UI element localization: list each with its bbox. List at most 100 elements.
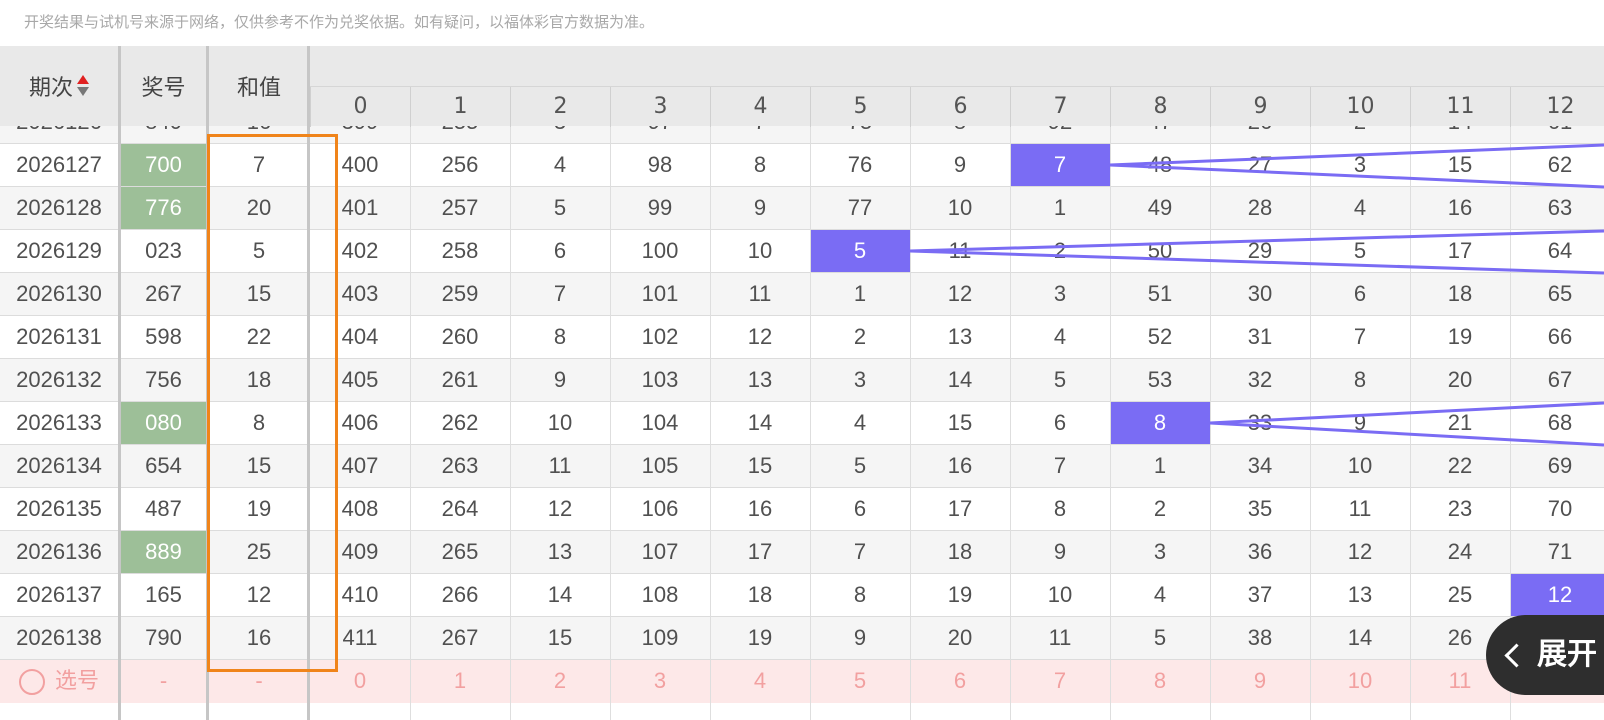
omission-cell: 259	[441, 281, 479, 306]
omission-cell: 2	[1153, 496, 1167, 521]
omission-cell: 261	[441, 367, 479, 392]
omission-cell: 70	[1547, 496, 1573, 521]
row-separator	[0, 401, 1604, 402]
omission-cell: 69	[1547, 453, 1573, 478]
sum-cell: 12	[246, 582, 272, 607]
select-number-button[interactable]: 9	[1210, 659, 1310, 703]
select-label-cell[interactable]: 选号	[0, 659, 118, 703]
omission-cell: 4	[1353, 195, 1367, 220]
omission-cell: 32	[1247, 367, 1273, 392]
omission-cell: 6	[1353, 281, 1367, 306]
expand-button[interactable]: 展开	[1486, 615, 1604, 695]
omission-cell: 10	[1047, 582, 1073, 607]
issue-cell: 2026134	[16, 453, 102, 478]
select-number-button[interactable]: 0	[310, 659, 410, 703]
omission-cell: 105	[641, 453, 679, 478]
table-row: 2026133 080 8 406 262 10 104 14 4 15 6 8 33 9 21 68	[0, 401, 1604, 445]
select-number-button[interactable]: 6	[910, 659, 1010, 703]
omission-cell: 10	[747, 238, 773, 263]
omission-cell: 3	[853, 367, 867, 392]
number-header-7: 7	[1010, 87, 1110, 127]
omission-cell: 15	[947, 410, 973, 435]
column-separator	[1410, 126, 1411, 720]
omission-cell: 18	[1447, 281, 1473, 306]
omission-cell: 108	[641, 582, 679, 607]
omission-cell: 7	[1353, 324, 1367, 349]
omission-cell: 2	[1053, 238, 1067, 263]
omission-cell: 50	[1147, 238, 1173, 263]
select-prize-cell: -	[159, 668, 168, 693]
table-row: 2026137 165 12 410 266 14 108 18 8 19 10 4 37 13 25 12	[0, 573, 1604, 617]
select-number-button[interactable]: 4	[710, 659, 810, 703]
select-number-button[interactable]: 3	[610, 659, 710, 703]
select-number-button[interactable]: 5	[810, 659, 910, 703]
omission-cell: 407	[341, 453, 379, 478]
select-number-button[interactable]: 2	[510, 659, 610, 703]
prize-cell: 700	[121, 143, 206, 187]
row-separator	[0, 659, 1604, 660]
omission-cell: 1	[853, 281, 867, 306]
omission-cell: 16	[947, 453, 973, 478]
select-number-button[interactable]: 10	[1310, 659, 1410, 703]
omission-cell: 5	[1053, 367, 1067, 392]
omission-cell: 2	[853, 324, 867, 349]
issue-header-label: 期次	[28, 76, 73, 101]
omission-cell: 11	[748, 281, 772, 306]
sum-cell: 18	[246, 367, 272, 392]
number-header-row: 0 1 2 3 4 5 6 7 8 9 10 11 12	[310, 86, 1604, 127]
trend-table: 2026126840163992553977758924726214612026…	[0, 46, 1604, 720]
omission-cell: 29	[1247, 238, 1273, 263]
omission-cell: 5	[853, 453, 867, 478]
omission-cell: 68	[1547, 410, 1573, 435]
table-row: 2026128 776 20 401 257 5 99 9 77 10 1 49 28 4 16 63	[0, 186, 1604, 230]
sort-icon[interactable]	[77, 74, 89, 98]
omission-cell: 256	[441, 152, 479, 177]
omission-cell: 13	[1347, 582, 1373, 607]
omission-cell: 3	[1053, 281, 1067, 306]
issue-header[interactable]: 期次	[0, 46, 118, 126]
omission-cell: 36	[1247, 539, 1273, 564]
sum-cell: 19	[246, 496, 272, 521]
expand-button-label: 展开	[1537, 637, 1597, 672]
number-header-1: 1	[410, 87, 510, 127]
table-row: 202613879016411267151091992011538142672	[0, 616, 1604, 660]
number-header-8: 8	[1110, 87, 1210, 127]
select-number-button[interactable]: 1	[410, 659, 510, 703]
omission-cell: 405	[341, 367, 379, 392]
omission-cell: 65	[1547, 281, 1573, 306]
number-header-5: 5	[810, 87, 910, 127]
omission-cell: 8	[1053, 496, 1067, 521]
issue-cell: 2026136	[16, 539, 102, 564]
omission-cell: 106	[641, 496, 679, 521]
row-separator	[0, 143, 1604, 144]
omission-cell: 10	[947, 195, 973, 220]
select-circle-icon[interactable]	[18, 669, 45, 696]
number-header-0: 0	[310, 87, 410, 127]
omission-cell: 400	[341, 152, 379, 177]
omission-cell: 66	[1547, 324, 1573, 349]
column-separator	[1310, 126, 1311, 720]
prize-cell: 790	[145, 625, 182, 650]
column-separator	[810, 126, 811, 720]
omission-cell: 53	[1147, 367, 1173, 392]
number-group-header	[310, 46, 1604, 86]
omission-cell: 4	[1053, 324, 1067, 349]
omission-cell: 52	[1147, 324, 1173, 349]
select-label: 选号	[54, 668, 99, 693]
column-divider	[118, 46, 121, 720]
select-number-button[interactable]: 8	[1110, 659, 1210, 703]
omission-cell: 63	[1547, 195, 1573, 220]
omission-cell: 30	[1247, 281, 1273, 306]
omission-cell: 13	[947, 324, 973, 349]
select-row: 选号--0123456789101112	[0, 659, 1604, 703]
omission-cell: 410	[341, 582, 379, 607]
omission-cell: 5	[1353, 238, 1367, 263]
omission-cell: 262	[441, 410, 479, 435]
omission-cell: 4	[853, 410, 867, 435]
omission-cell: 266	[441, 582, 479, 607]
select-number-button[interactable]: 7	[1010, 659, 1110, 703]
omission-cell: 267	[441, 625, 479, 650]
omission-cell: 263	[441, 453, 479, 478]
omission-cell: 14	[547, 582, 573, 607]
prize-cell: 776	[121, 186, 206, 230]
